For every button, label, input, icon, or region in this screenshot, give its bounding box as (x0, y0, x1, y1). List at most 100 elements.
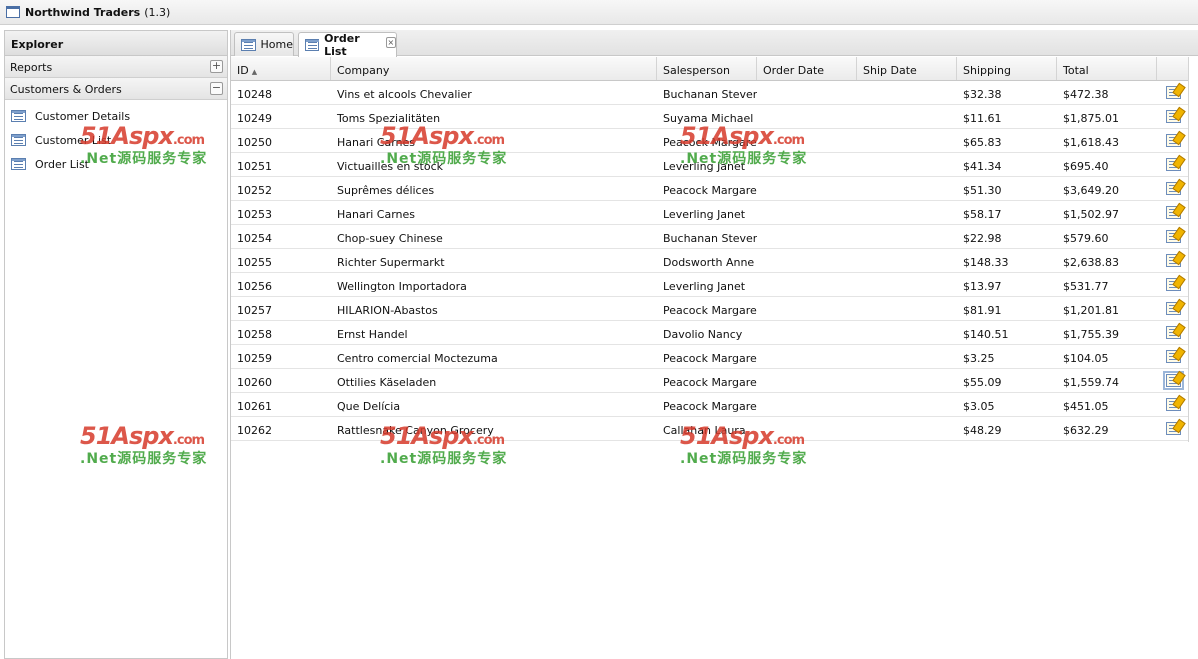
row-action-cell (1157, 105, 1188, 128)
column-header-ship-date[interactable]: Ship Date (857, 57, 957, 80)
table-row[interactable]: 10262 Rattlesnake Canyon Grocery Callahan … (231, 417, 1188, 441)
row-action-cell (1157, 153, 1188, 176)
row-action-cell (1157, 369, 1188, 392)
edit-icon[interactable] (1166, 326, 1181, 339)
table-row[interactable]: 10257 HILARION-Abastos Peacock Margaret $81… (231, 297, 1188, 321)
cell-company: HILARION-Abastos (337, 304, 438, 317)
app-title: Northwind Traders (25, 5, 141, 19)
cell-shipping: $65.83 (963, 136, 1002, 149)
column-header-id[interactable]: ID ▲ (231, 57, 331, 80)
edit-icon[interactable] (1166, 182, 1181, 195)
row-action-cell (1157, 249, 1188, 272)
nav-item-order-list[interactable]: Order List (5, 152, 227, 176)
cell-company: Wellington Importadora (337, 280, 467, 293)
table-row[interactable]: 10254 Chop-suey Chinese Buchanan Steven $22… (231, 225, 1188, 249)
cell-ship-date (857, 249, 957, 272)
nav-item-label: Order List (35, 157, 89, 171)
cell-company: Toms Spezialitäten (337, 112, 441, 125)
column-header-company[interactable]: Company (331, 57, 657, 80)
edit-icon[interactable] (1166, 254, 1181, 267)
row-action-cell (1157, 273, 1188, 296)
close-icon[interactable]: × (385, 36, 396, 48)
table-row[interactable]: 10249 Toms Spezialitäten Suyama Michael $11… (231, 105, 1188, 129)
row-action-cell (1157, 201, 1188, 224)
cell-salesperson: Buchanan Steven (663, 232, 757, 245)
cell-order-date (757, 81, 857, 104)
row-action-cell (1157, 297, 1188, 320)
table-row[interactable]: 10260 Ottilies Käseladen Peacock Margaret $… (231, 369, 1188, 393)
cell-salesperson: Suyama Michael (663, 112, 754, 125)
tab-order-list[interactable]: Order List × (298, 32, 397, 58)
cell-company: Ernst Handel (337, 328, 408, 341)
edit-icon[interactable] (1163, 371, 1184, 390)
cell-company: Centro comercial Moctezuma (337, 352, 498, 365)
edit-icon[interactable] (1166, 422, 1181, 435)
cell-shipping: $140.51 (963, 328, 1009, 341)
edit-icon[interactable] (1166, 230, 1181, 243)
edit-icon[interactable] (1166, 158, 1181, 171)
cell-shipping: $148.33 (963, 256, 1009, 269)
table-row[interactable]: 10250 Hanari Carnes Peacock Margaret $65.83… (231, 129, 1188, 153)
cell-total: $1,201.81 (1063, 304, 1119, 317)
collapse-icon[interactable]: − (210, 82, 223, 95)
edit-icon[interactable] (1166, 110, 1181, 123)
column-header-order-date[interactable]: Order Date (757, 57, 857, 80)
cell-id: 10249 (237, 112, 272, 125)
cell-ship-date (857, 297, 957, 320)
cell-order-date (757, 249, 857, 272)
edit-icon[interactable] (1166, 278, 1181, 291)
cell-salesperson: Buchanan Steven (663, 88, 757, 101)
cell-salesperson: Peacock Margaret (663, 304, 757, 317)
cell-ship-date (857, 225, 957, 248)
table-row[interactable]: 10258 Ernst Handel Davolio Nancy $140.51 $1,… (231, 321, 1188, 345)
cell-salesperson: Leverling Janet (663, 208, 746, 221)
table-row[interactable]: 10261 Que Delícia Peacock Margaret $3.05 $45… (231, 393, 1188, 417)
table-row[interactable]: 10251 Victuailles en stock Leverling Janet… (231, 153, 1188, 177)
section-customers-orders[interactable]: Customers & Orders − (5, 78, 227, 100)
cell-id: 10259 (237, 352, 272, 365)
window-titlebar: Northwind Traders (1.3) (0, 0, 1198, 25)
tab-bar: Home Order List × (231, 30, 1198, 58)
cell-shipping: $3.25 (963, 352, 995, 365)
cell-ship-date (857, 129, 957, 152)
table-row[interactable]: 10256 Wellington Importadora Leverling Jan… (231, 273, 1188, 297)
cell-shipping: $55.09 (963, 376, 1002, 389)
list-icon (241, 38, 256, 51)
table-row[interactable]: 10259 Centro comercial Moctezuma Peacock M… (231, 345, 1188, 369)
cell-total: $104.05 (1063, 352, 1109, 365)
edit-icon[interactable] (1166, 206, 1181, 219)
order-grid: ID ▲ Company Salesperson Order Date Ship … (231, 57, 1188, 441)
cell-salesperson: Dodsworth Anne (663, 256, 755, 269)
column-label: ID (237, 64, 249, 77)
table-row[interactable]: 10253 Hanari Carnes Leverling Janet $58.17 $… (231, 201, 1188, 225)
cell-company: Suprêmes délices (337, 184, 435, 197)
table-row[interactable]: 10255 Richter Supermarkt Dodsworth Anne $14… (231, 249, 1188, 273)
nav-item-customer-list[interactable]: Customer List (5, 128, 227, 152)
edit-icon[interactable] (1166, 302, 1181, 315)
column-header-shipping[interactable]: Shipping (957, 57, 1057, 80)
cell-company: Hanari Carnes (337, 136, 416, 149)
cell-ship-date (857, 393, 957, 416)
cell-ship-date (857, 81, 957, 104)
section-reports[interactable]: Reports + (5, 56, 227, 78)
table-row[interactable]: 10248 Vins et alcools Chevalier Buchanan S… (231, 81, 1188, 105)
edit-icon[interactable] (1166, 350, 1181, 363)
list-icon (11, 158, 26, 170)
cell-shipping: $13.97 (963, 280, 1002, 293)
cell-shipping: $11.61 (963, 112, 1002, 125)
table-row[interactable]: 10252 Suprêmes délices Peacock Margaret $51… (231, 177, 1188, 201)
cell-total: $1,755.39 (1063, 328, 1119, 341)
cell-order-date (757, 153, 857, 176)
column-header-salesperson[interactable]: Salesperson (657, 57, 757, 80)
nav-item-customer-details[interactable]: Customer Details (5, 104, 227, 128)
cell-total: $472.38 (1063, 88, 1109, 101)
cell-total: $531.77 (1063, 280, 1109, 293)
cell-ship-date (857, 345, 957, 368)
column-header-total[interactable]: Total (1057, 57, 1157, 80)
edit-icon[interactable] (1166, 398, 1181, 411)
nav-item-label: Customer List (35, 133, 112, 147)
tab-home[interactable]: Home (234, 32, 294, 56)
edit-icon[interactable] (1166, 86, 1181, 99)
expand-icon[interactable]: + (210, 60, 223, 73)
edit-icon[interactable] (1166, 134, 1181, 147)
